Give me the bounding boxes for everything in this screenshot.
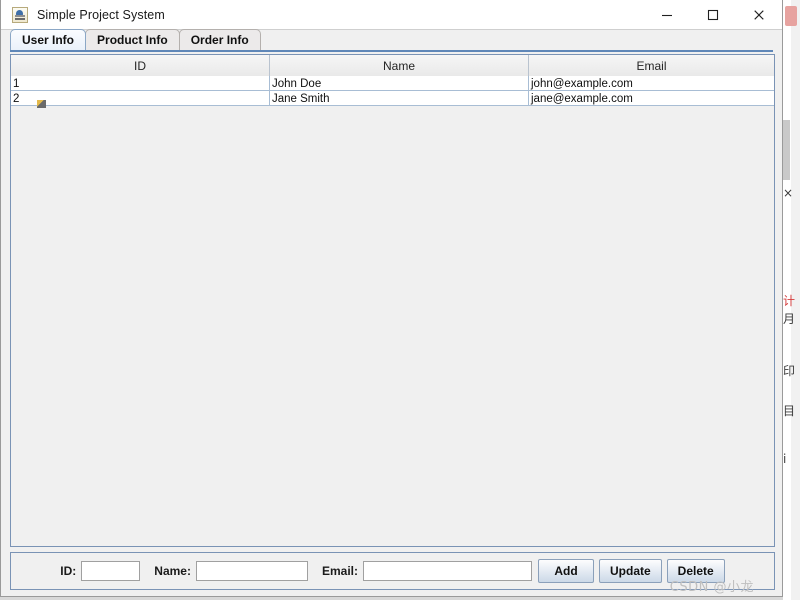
close-icon[interactable] — [736, 0, 782, 30]
tab-product-info[interactable]: Product Info — [85, 29, 180, 50]
table-cell-email: john@example.com — [531, 77, 633, 90]
stray-artifact-icon — [37, 100, 46, 108]
tab-product-info-label: Product Info — [97, 33, 168, 47]
table-row[interactable]: 2 Jane Smith jane@example.com — [11, 91, 774, 106]
id-label: ID: — [60, 564, 77, 578]
background-glyph-4: 目 — [783, 404, 796, 418]
table-header-row: ID Name Email — [11, 55, 774, 76]
application-window: Simple Project System User Info Product … — [0, 0, 783, 597]
background-red-chip — [785, 6, 797, 26]
tab-order-info[interactable]: Order Info — [178, 29, 261, 50]
maximize-icon[interactable] — [690, 0, 736, 30]
table-cell-id: 1 — [11, 76, 270, 91]
table-cell-name: John Doe — [270, 76, 529, 91]
background-window-strip: × 计 月 印 目 i — [783, 0, 800, 600]
background-glyph-1: 计 — [783, 294, 796, 308]
window-title: Simple Project System — [37, 7, 165, 22]
desktop-background: × 计 月 印 目 i Simple Project System User I… — [0, 0, 800, 600]
title-bar[interactable]: Simple Project System — [1, 0, 782, 30]
table-row[interactable]: 1 John Doe john@example.com — [11, 76, 774, 91]
background-scrollbar — [783, 120, 790, 180]
window-controls — [644, 0, 782, 30]
background-glyph-3: 印 — [783, 364, 796, 378]
background-glyph-0: × — [783, 186, 794, 200]
table-cell-name: Jane Smith — [270, 91, 529, 106]
table-cell-id: 2 — [11, 91, 270, 106]
minimize-icon[interactable] — [644, 0, 690, 30]
email-input[interactable] — [363, 561, 532, 581]
table-column-header-id[interactable]: ID — [11, 55, 270, 76]
record-form-panel: ID: Name: Email: Add Update Delete — [10, 552, 775, 590]
user-table-panel: ID Name Email 1 John Doe john@example.co… — [10, 54, 775, 547]
add-button[interactable]: Add — [538, 559, 594, 583]
background-glyph-5: i — [783, 452, 787, 466]
background-glyph-2: 月 — [783, 312, 796, 326]
table-cell-email: jane@example.com — [531, 92, 633, 105]
table-empty-area — [11, 106, 774, 546]
tab-bar: User Info Product Info Order Info — [10, 29, 773, 52]
name-label: Name: — [154, 564, 191, 578]
tab-user-info-label: User Info — [22, 33, 75, 47]
name-input[interactable] — [195, 561, 308, 581]
table-column-header-email[interactable]: Email — [529, 55, 774, 76]
delete-button[interactable]: Delete — [666, 559, 725, 583]
table-column-header-name[interactable]: Name — [270, 55, 529, 76]
email-label: Email: — [321, 564, 358, 578]
update-button[interactable]: Update — [599, 559, 662, 583]
tab-order-info-label: Order Info — [190, 33, 249, 47]
id-input[interactable] — [81, 561, 141, 581]
java-coffee-cup-icon — [12, 6, 28, 23]
tab-user-info[interactable]: User Info — [10, 29, 87, 50]
